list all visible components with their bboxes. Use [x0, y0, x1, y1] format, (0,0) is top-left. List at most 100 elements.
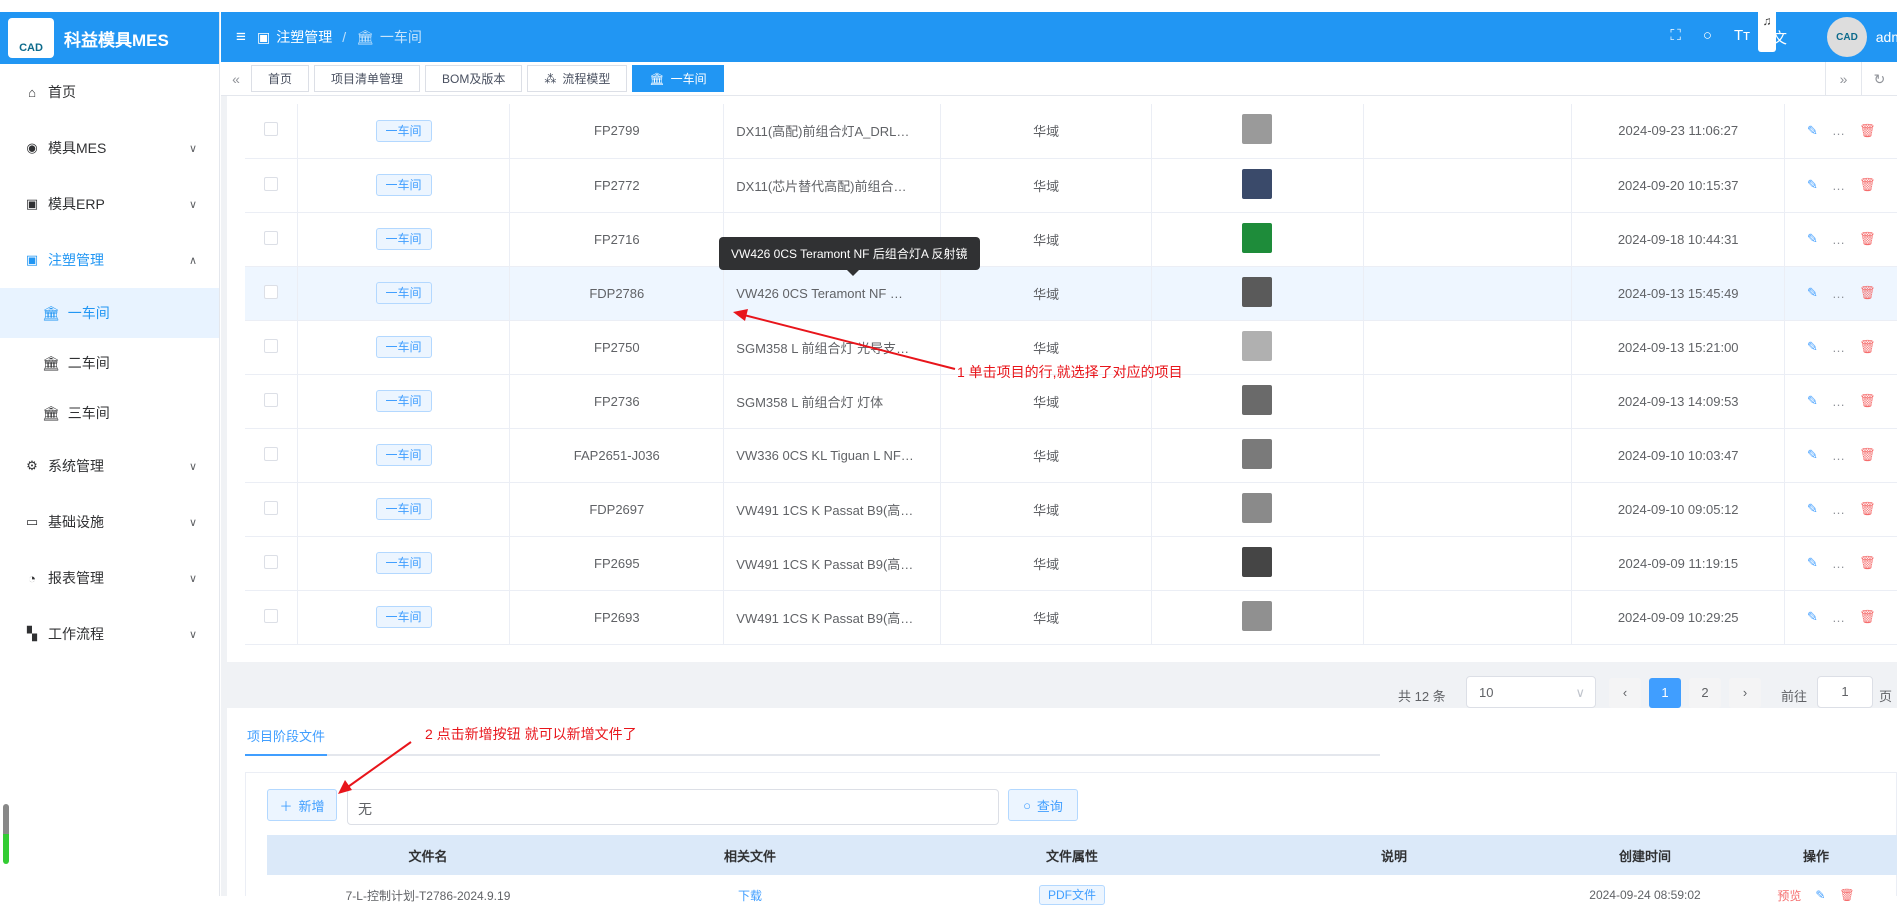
tags-scroll-right-icon[interactable]: » — [1825, 62, 1861, 96]
row-checkbox[interactable] — [263, 554, 278, 569]
edit-icon[interactable]: ✎ — [1807, 231, 1818, 247]
row-checkbox[interactable] — [263, 446, 278, 461]
tab-stage-files[interactable]: 项目阶段文件 — [245, 718, 328, 756]
edit-icon[interactable]: ✎ — [1807, 393, 1818, 409]
page-2-button[interactable]: 2 — [1689, 678, 1721, 708]
product-thumbnail[interactable] — [1242, 492, 1273, 523]
tag-bom[interactable]: BOM及版本 — [425, 65, 523, 92]
search-icon[interactable]: ○ — [1703, 27, 1712, 48]
product-thumbnail[interactable] — [1242, 330, 1273, 361]
font-size-icon[interactable]: Tт — [1734, 27, 1750, 48]
menu-system[interactable]: ⚙ 系统管理 ∨ — [0, 438, 219, 494]
more-icon[interactable]: … — [1832, 286, 1845, 301]
row-checkbox[interactable] — [263, 338, 278, 353]
tag-workshop-1[interactable]: 🏛 一车间 — [632, 65, 724, 92]
avatar[interactable]: CAD — [1827, 17, 1867, 57]
delete-icon[interactable]: 🗑 — [1859, 177, 1876, 193]
table-row[interactable]: 一车间 FP2695 VW491 1CS K Passat B9(高… 华域 2024-… — [245, 536, 1897, 591]
table-row[interactable]: 一车间 FAP2651-J036 VW336 0CS KL Tiguan L NF…… — [245, 428, 1897, 483]
edit-icon[interactable]: ✎ — [1807, 285, 1818, 301]
download-link[interactable]: 下载 — [589, 875, 911, 915]
delete-icon[interactable]: 🗑 — [1859, 231, 1876, 247]
row-checkbox[interactable] — [263, 392, 278, 407]
table-row[interactable]: 一车间 FP2772 DX11(芯片替代高配)前组合… 华域 2024-09-20 10… — [245, 158, 1897, 213]
tag-home[interactable]: 首页 — [251, 65, 310, 92]
delete-icon[interactable]: 🗑 — [1859, 501, 1876, 517]
table-row[interactable]: 一车间 FP2693 VW491 1CS K Passat B9(高… 华域 2024-… — [245, 590, 1897, 645]
edit-icon[interactable]: ✎ — [1807, 555, 1818, 571]
product-thumbnail[interactable] — [1242, 438, 1273, 469]
edit-icon[interactable]: ✎ — [1807, 177, 1818, 193]
user-name[interactable]: adm — [1876, 29, 1897, 45]
delete-icon[interactable]: 🗑 — [1839, 888, 1854, 902]
tag-project-list[interactable]: 项目清单管理 — [314, 65, 421, 92]
prev-page-button[interactable]: ‹ — [1609, 678, 1641, 708]
menu-mold-erp[interactable]: ▣ 模具ERP ∨ — [0, 176, 219, 232]
edit-icon[interactable]: ✎ — [1807, 609, 1818, 625]
fullscreen-icon[interactable]: ⛶ — [1670, 27, 1681, 48]
more-icon[interactable]: … — [1832, 448, 1845, 463]
menu-home[interactable]: ⌂ 首页 — [0, 64, 219, 120]
edit-icon[interactable]: ✎ — [1807, 447, 1818, 463]
delete-icon[interactable]: 🗑 — [1859, 123, 1876, 139]
menu-mold-mes[interactable]: ◉ 模具MES ∨ — [0, 120, 219, 176]
goto-page-input[interactable]: 1 — [1817, 676, 1873, 708]
menu-reports[interactable]: ◔ 报表管理 ∨ — [0, 550, 219, 606]
row-checkbox[interactable] — [263, 230, 278, 245]
more-icon[interactable]: … — [1832, 610, 1845, 625]
more-icon[interactable]: … — [1832, 556, 1845, 571]
table-row[interactable]: 一车间 FP2716 华域 2024-09-18 10:44:31 ✎… 🗑 — [245, 212, 1897, 267]
submenu-workshop-2[interactable]: 🏛 二车间 — [0, 338, 219, 388]
more-icon[interactable]: … — [1832, 123, 1845, 138]
tag-process-model[interactable]: ⁂ 流程模型 — [527, 65, 628, 92]
delete-icon[interactable]: 🗑 — [1859, 339, 1876, 355]
refresh-icon[interactable]: ↻ — [1861, 62, 1897, 96]
tags-scroll-left-icon[interactable]: « — [221, 71, 251, 87]
menu-infra[interactable]: ▭ 基础设施 ∨ — [0, 494, 219, 550]
menu-workflow[interactable]: ▚ 工作流程 ∨ — [0, 606, 219, 662]
table-row[interactable]: 一车间 FP2736 SGM358 L 前组合灯 灯体 华域 2024-09-13 14… — [245, 374, 1897, 429]
edit-icon[interactable]: ✎ — [1815, 888, 1825, 902]
file-search-input[interactable]: 无 — [347, 789, 999, 825]
edit-icon[interactable]: ✎ — [1807, 339, 1818, 355]
query-button[interactable]: ○ 查询 — [1008, 789, 1078, 821]
product-thumbnail[interactable] — [1242, 222, 1273, 253]
table-row[interactable]: 一车间 FDP2697 VW491 1CS K Passat B9(高… 华域 2024… — [245, 482, 1897, 537]
breadcrumb-parent[interactable]: 注塑管理 — [276, 27, 332, 47]
delete-icon[interactable]: 🗑 — [1859, 555, 1876, 571]
row-checkbox[interactable] — [263, 500, 278, 515]
delete-icon[interactable]: 🗑 — [1859, 609, 1876, 625]
edit-icon[interactable]: ✎ — [1807, 501, 1818, 517]
product-thumbnail[interactable] — [1242, 546, 1273, 577]
more-icon[interactable]: … — [1832, 340, 1845, 355]
page-1-button[interactable]: 1 — [1649, 678, 1681, 708]
row-checkbox[interactable] — [263, 284, 278, 299]
product-thumbnail[interactable] — [1242, 168, 1273, 199]
bell-icon[interactable]: ♫ — [1758, 12, 1776, 52]
preview-link[interactable]: 预览 — [1777, 887, 1801, 904]
more-icon[interactable]: … — [1832, 178, 1845, 193]
add-file-button[interactable]: ＋ 新增 — [267, 789, 337, 821]
page-size-select[interactable]: 10 ∨ — [1466, 676, 1596, 708]
row-checkbox[interactable] — [263, 608, 278, 623]
product-thumbnail[interactable] — [1242, 600, 1273, 631]
next-page-button[interactable]: › — [1729, 678, 1761, 708]
edit-icon[interactable]: ✎ — [1807, 123, 1818, 139]
product-thumbnail[interactable] — [1242, 114, 1273, 145]
table-row[interactable]: 一车间 FDP2786 VW426 0CS Teramont NF … 华域 2024-… — [245, 266, 1897, 321]
hamburger-icon[interactable]: ≡ — [225, 27, 257, 47]
menu-injection[interactable]: ▣ 注塑管理 ∧ — [0, 232, 219, 288]
row-checkbox[interactable] — [263, 122, 278, 137]
more-icon[interactable]: … — [1832, 394, 1845, 409]
product-thumbnail[interactable] — [1242, 384, 1273, 415]
row-checkbox[interactable] — [263, 176, 278, 191]
submenu-workshop-3[interactable]: 🏛 三车间 — [0, 388, 219, 438]
delete-icon[interactable]: 🗑 — [1859, 393, 1876, 409]
more-icon[interactable]: … — [1832, 502, 1845, 517]
more-icon[interactable]: … — [1832, 232, 1845, 247]
table-row[interactable]: 一车间 FP2799 DX11(高配)前组合灯A_DRL… 华域 2024-09-23 … — [245, 104, 1897, 159]
files-table-row[interactable]: 7-L-控制计划-T2786-2024.9.19 下载 PDF文件 2024-0… — [267, 875, 1897, 915]
submenu-workshop-1[interactable]: 🏛 一车间 — [0, 288, 219, 338]
product-thumbnail[interactable] — [1242, 276, 1273, 307]
delete-icon[interactable]: 🗑 — [1859, 285, 1876, 301]
